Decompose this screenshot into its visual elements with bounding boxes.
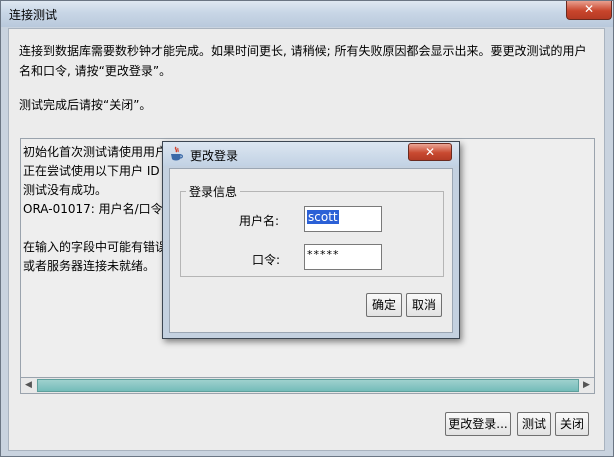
dialog-close-button[interactable]: ✕ — [408, 143, 452, 161]
username-input[interactable]: scott — [304, 206, 382, 232]
window-close-button[interactable]: ✕ — [566, 1, 612, 20]
dialog-titlebar[interactable]: 更改登录 ✕ — [163, 142, 459, 166]
window-title: 连接测试 — [9, 8, 58, 22]
close-button[interactable]: 关闭 — [555, 412, 589, 436]
change-login-dialog: 更改登录 ✕ 登录信息 用户名: scott 口令: ***** 确定 取消 — [162, 141, 460, 339]
cancel-button[interactable]: 取消 — [406, 293, 442, 317]
window-titlebar[interactable]: 连接测试 ✕ — [1, 1, 613, 27]
login-info-group-title: 登录信息 — [186, 183, 241, 200]
left-arrow-icon[interactable]: ◀ — [21, 378, 36, 393]
java-icon — [171, 146, 183, 161]
intro-text: 连接到数据库需要数秒钟才能完成。如果时间更长, 请稍候; 所有失败原因都会显示出… — [19, 44, 587, 78]
right-arrow-icon[interactable]: ▶ — [579, 378, 594, 393]
connection-test-window: 连接测试 ✕ 连接到数据库需要数秒钟才能完成。如果时间更长, 请稍候; 所有失败… — [0, 0, 614, 457]
test-button[interactable]: 测试 — [517, 412, 551, 436]
password-label: 口令: — [252, 253, 281, 267]
scrollbar-thumb[interactable] — [37, 379, 579, 392]
dialog-content: 登录信息 用户名: scott 口令: ***** 确定 取消 — [169, 168, 453, 333]
password-input[interactable]: ***** — [304, 244, 382, 270]
dialog-title: 更改登录 — [190, 149, 239, 163]
horizontal-scrollbar[interactable]: ◀ ▶ — [20, 377, 595, 394]
username-label: 用户名: — [239, 214, 280, 228]
username-value-selected: scott — [307, 210, 339, 224]
intro-text-close-hint: 测试完成后请按“关闭”。 — [19, 98, 152, 112]
change-login-button[interactable]: 更改登录... — [445, 412, 511, 436]
ok-button[interactable]: 确定 — [366, 293, 402, 317]
